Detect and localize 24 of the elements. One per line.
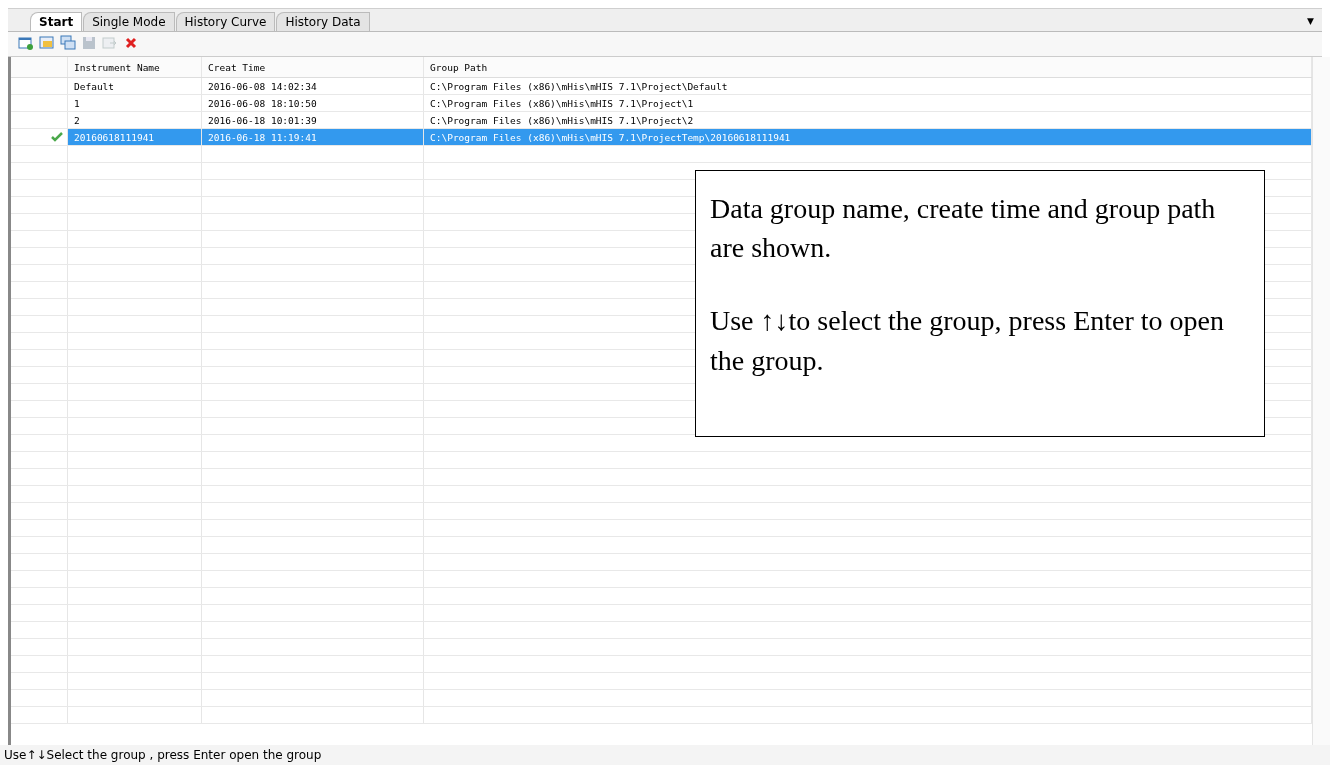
tab[interactable]: Start bbox=[30, 12, 83, 31]
table-cell: 20160618111941 bbox=[68, 129, 202, 145]
table-cell: C:\Program Files (x86)\mHis\mHIS 7.1\ProjectTemp\20160618111941 bbox=[424, 129, 1312, 145]
stacked-windows-icon[interactable] bbox=[60, 35, 76, 51]
table-cell: 1 bbox=[68, 95, 202, 111]
table-cell: 2016-06-18 10:01:39 bbox=[202, 112, 424, 128]
tab-menu-button[interactable]: ▼ bbox=[1307, 16, 1314, 26]
delete-icon[interactable] bbox=[123, 35, 139, 51]
column-header[interactable]: Creat Time bbox=[202, 57, 424, 77]
new-document-icon[interactable] bbox=[18, 35, 34, 51]
callout-text: Use ↑↓to select the group, press Enter to open the group. bbox=[710, 304, 1225, 378]
table-cell: Default bbox=[68, 78, 202, 94]
tab[interactable]: History Data bbox=[276, 12, 370, 31]
scrollbar[interactable] bbox=[1312, 57, 1330, 745]
table-cell: 2016-06-18 11:19:41 bbox=[202, 129, 424, 145]
tab[interactable]: Single Mode bbox=[83, 12, 175, 31]
table-cell: 2016-06-08 14:02:34 bbox=[202, 78, 424, 94]
status-text: Use↑↓Select the group , press Enter open the group bbox=[4, 748, 322, 762]
callout-text: Data group name, create time and group path are shown. bbox=[710, 192, 1217, 266]
table-cell: 2016-06-08 18:10:50 bbox=[202, 95, 424, 111]
tab[interactable]: History Curve bbox=[175, 12, 276, 31]
folder-window-icon[interactable] bbox=[39, 35, 55, 51]
column-header[interactable]: Instrument Name bbox=[68, 57, 202, 77]
table-cell: 2 bbox=[68, 112, 202, 128]
